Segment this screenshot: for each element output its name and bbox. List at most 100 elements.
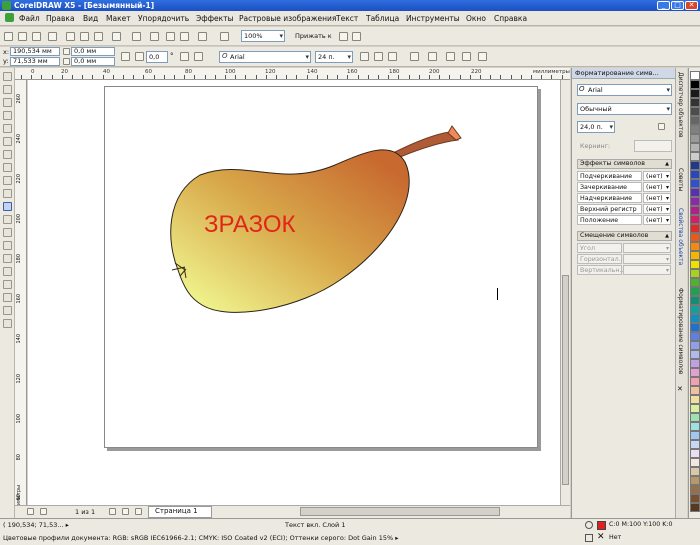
palette-swatch[interactable]	[690, 179, 700, 188]
palette-swatch[interactable]	[690, 98, 700, 107]
italic-icon[interactable]	[374, 52, 383, 61]
menu-view[interactable]: Вид	[83, 14, 98, 23]
add-page-icon[interactable]	[135, 508, 142, 515]
open-icon[interactable]	[18, 32, 27, 41]
shape-tool-icon[interactable]	[3, 85, 12, 94]
close-button[interactable]: ✕	[685, 1, 698, 10]
redo-icon[interactable]	[132, 32, 141, 41]
palette-swatch[interactable]	[690, 161, 700, 170]
pick-tool-icon[interactable]	[3, 72, 12, 81]
palette-swatch[interactable]	[690, 314, 700, 323]
copy-icon[interactable]	[80, 32, 89, 41]
horizontal-ruler[interactable]: 0 20 40 60 80 100 120 140 160 180 200 22…	[15, 68, 570, 80]
fill-tool-icon[interactable]	[3, 293, 12, 302]
page-tab-1[interactable]: Страница 1	[148, 506, 212, 518]
palette-swatch[interactable]	[690, 422, 700, 431]
import-icon[interactable]	[166, 32, 175, 41]
palette-swatch[interactable]	[690, 458, 700, 467]
snap-arrow-icon[interactable]	[339, 32, 348, 41]
palette-swatch[interactable]	[690, 89, 700, 98]
tab-character-formatting[interactable]: Форматирование символов	[677, 288, 684, 374]
font-size-select[interactable]: 24 п.	[315, 51, 353, 63]
palette-swatch[interactable]	[690, 260, 700, 269]
interactive-fill-icon[interactable]	[3, 306, 12, 315]
effects-section-header[interactable]: Эффекты символов	[577, 159, 672, 169]
palette-swatch[interactable]	[690, 305, 700, 314]
menu-table[interactable]: Таблица	[366, 14, 399, 23]
palette-swatch[interactable]	[690, 476, 700, 485]
offset-horizontal-field[interactable]	[623, 254, 671, 264]
palette-swatch[interactable]	[690, 503, 700, 512]
palette-swatch[interactable]	[690, 269, 700, 278]
docker-size-select[interactable]: 24,0 п.	[577, 121, 615, 133]
underline-icon[interactable]	[388, 52, 397, 61]
tab-object-properties[interactable]: Свойства объекта	[677, 208, 684, 265]
align-icon[interactable]	[410, 52, 419, 61]
print-icon[interactable]	[48, 32, 57, 41]
zoom-level-select[interactable]: 100%	[241, 30, 285, 42]
freehand-tool-icon[interactable]	[3, 124, 12, 133]
cut-icon[interactable]	[66, 32, 75, 41]
palette-swatch[interactable]	[690, 359, 700, 368]
fill-color-swatch[interactable]	[597, 521, 606, 530]
last-page-icon[interactable]	[122, 508, 129, 515]
palette-swatch[interactable]	[690, 323, 700, 332]
effect-strikethrough-value[interactable]: (нет)	[643, 182, 671, 192]
palette-swatch[interactable]	[690, 197, 700, 206]
bold-icon[interactable]	[360, 52, 369, 61]
palette-swatch[interactable]	[690, 287, 700, 296]
eyedropper-tool-icon[interactable]	[3, 267, 12, 276]
palette-swatch[interactable]	[690, 206, 700, 215]
save-icon[interactable]	[32, 32, 41, 41]
palette-swatch[interactable]	[690, 467, 700, 476]
menu-effects[interactable]: Эффекты	[196, 14, 234, 23]
no-outline-icon[interactable]: ✕	[597, 532, 605, 542]
undo-icon[interactable]	[112, 32, 121, 41]
menu-help[interactable]: Справка	[494, 14, 527, 23]
palette-swatch[interactable]	[690, 404, 700, 413]
palette-swatch[interactable]	[690, 107, 700, 116]
menu-text[interactable]: Текст	[336, 14, 358, 23]
docker-font-select[interactable]: Arial	[577, 84, 672, 96]
connector-tool-icon[interactable]	[3, 241, 12, 250]
palette-swatch[interactable]	[690, 386, 700, 395]
welcome-screen-icon[interactable]	[220, 32, 229, 41]
palette-swatch[interactable]	[690, 215, 700, 224]
smart-drawing-icon[interactable]	[3, 319, 12, 328]
palette-swatch[interactable]	[690, 278, 700, 287]
effect-overscore-value[interactable]: (нет)	[643, 193, 671, 203]
menu-arrange[interactable]: Упорядочить	[138, 14, 189, 23]
palette-swatch[interactable]	[690, 251, 700, 260]
y-position-field[interactable]: 71,533 мм	[10, 57, 60, 66]
lock-ratio-icon[interactable]	[121, 52, 130, 61]
snap-to-dropdown[interactable]: Прижать к	[295, 32, 332, 40]
polygon-tool-icon[interactable]	[3, 176, 12, 185]
blend-tool-icon[interactable]	[3, 254, 12, 263]
previous-page-icon[interactable]	[40, 508, 47, 515]
next-page-icon[interactable]	[109, 508, 116, 515]
application-launcher-icon[interactable]	[198, 32, 207, 41]
new-icon[interactable]	[4, 32, 13, 41]
palette-swatch[interactable]	[690, 395, 700, 404]
vertical-scroll-thumb[interactable]	[562, 275, 569, 485]
search-content-icon[interactable]	[150, 32, 159, 41]
vertical-ruler[interactable]: миллиметры 260 240 220 200 180 160 140 120 100 80…	[15, 80, 27, 540]
export-icon[interactable]	[180, 32, 189, 41]
menu-file[interactable]: Файл	[19, 14, 40, 23]
menu-tools[interactable]: Инструменты	[406, 14, 460, 23]
palette-swatch[interactable]	[690, 485, 700, 494]
pear-illustration[interactable]: ЗРАЗОК	[160, 120, 470, 330]
effect-underline-value[interactable]: (нет)	[643, 171, 671, 181]
menu-edit[interactable]: Правка	[46, 14, 75, 23]
effect-uppercase-value[interactable]: (нет)	[643, 204, 671, 214]
palette-swatch[interactable]	[690, 170, 700, 179]
palette-swatch[interactable]	[690, 224, 700, 233]
rotation-angle-field[interactable]: 0,0	[146, 51, 168, 63]
offset-angle-field[interactable]	[623, 243, 671, 253]
mirror-vertical-icon[interactable]	[194, 52, 203, 61]
smart-fill-icon[interactable]	[3, 137, 12, 146]
tab-hints[interactable]: Советы	[677, 168, 684, 191]
close-docker-icon[interactable]: ✕	[677, 385, 683, 393]
palette-swatch[interactable]	[690, 134, 700, 143]
character-formatting-icon[interactable]	[462, 52, 471, 61]
